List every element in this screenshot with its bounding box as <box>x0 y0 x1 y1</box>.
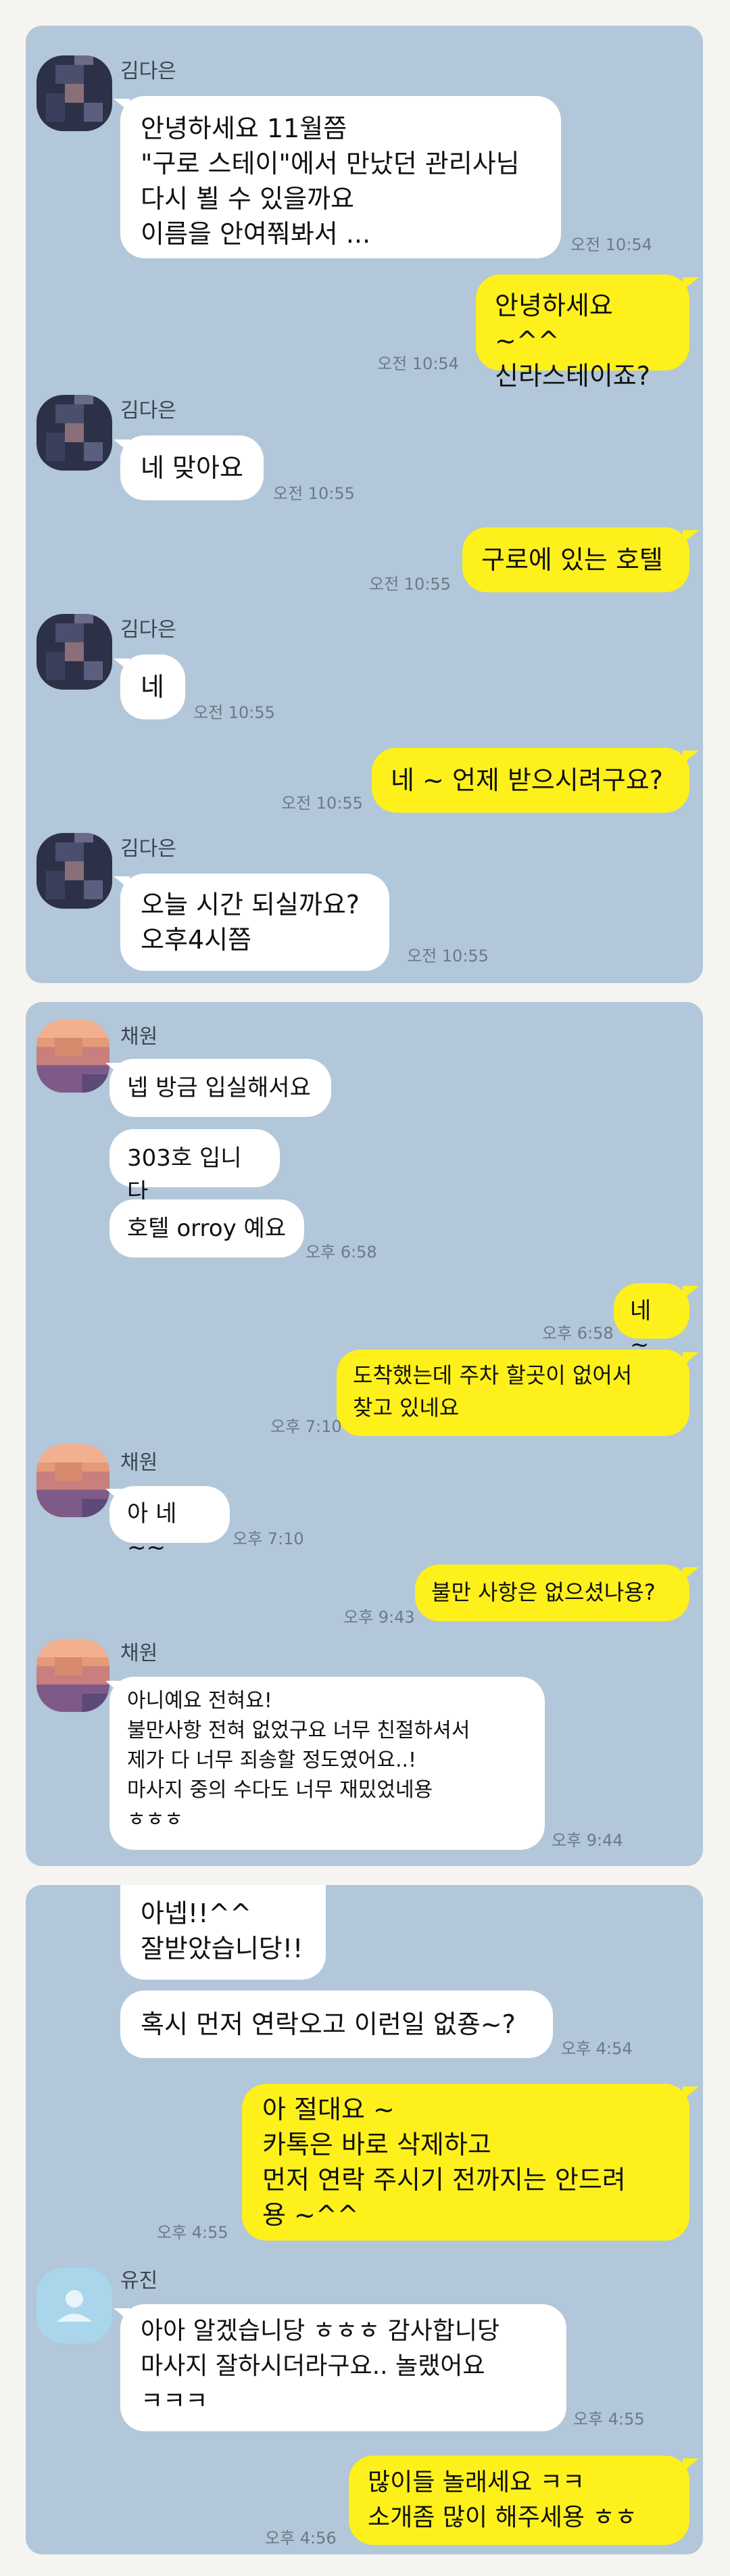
sender-name: 채원 <box>120 1642 158 1665</box>
avatar-chaewon[interactable] <box>36 1020 110 1093</box>
message-time: 오후 7:10 <box>233 1529 304 1548</box>
avatar-kim-daeun[interactable] <box>36 395 112 471</box>
message-bubble-outgoing[interactable]: 불만 사항은 없으셨나용? <box>415 1565 689 1621</box>
message-time: 오전 10:55 <box>193 703 275 722</box>
message-bubble-outgoing[interactable]: 구로에 있는 호텔 <box>462 527 689 592</box>
avatar-kim-daeun[interactable] <box>36 833 112 909</box>
message-time: 오후 7:10 <box>270 1417 342 1436</box>
message-bubble-outgoing[interactable]: 도착했는데 주차 할곳이 없어서 찾고 있네요 <box>337 1350 689 1436</box>
chat-panel-3: 아넵!!^^ 잘받았습니당!! 혹시 먼저 연락오고 이런일 없죵~? 오후 4… <box>26 1885 703 2554</box>
message-time: 오전 10:55 <box>273 484 355 503</box>
message-bubble-incoming[interactable]: 아 네~~ <box>110 1486 230 1561</box>
message-time: 오전 10:54 <box>570 235 652 254</box>
message-bubble-incoming[interactable]: 아넵!!^^ 잘받았습니당!! <box>120 1885 326 1980</box>
avatar-chaewon[interactable] <box>36 1639 110 1712</box>
avatar-kim-daeun[interactable] <box>36 55 112 131</box>
message-bubble-incoming[interactable]: 네 <box>120 654 185 719</box>
message-bubble-incoming[interactable]: 호텔 orroy 예요 <box>110 1199 304 1258</box>
message-bubble-outgoing[interactable]: 아 절대요 ~ 카톡은 바로 삭제하고 먼저 연락 주시기 전까지는 안드려 용… <box>242 2084 689 2241</box>
sender-name: 김다은 <box>120 618 176 642</box>
message-bubble-outgoing[interactable]: 많이들 놀래세요 ㅋㅋ 소개좀 많이 해주세용 ㅎㅎ <box>349 2456 689 2545</box>
message-bubble-incoming[interactable]: 네 맞아요 <box>120 435 264 500</box>
message-bubble-incoming[interactable]: 오늘 시간 되실까요? 오후4시쯤 <box>120 874 389 971</box>
message-bubble-outgoing[interactable]: 네 ~ <box>614 1283 689 1358</box>
message-time: 오후 4:54 <box>561 2039 633 2058</box>
message-bubble-incoming[interactable]: 혹시 먼저 연락오고 이런일 없죵~? <box>120 1990 553 2058</box>
sender-name: 유진 <box>120 2269 158 2293</box>
message-time: 오후 4:55 <box>573 2410 645 2429</box>
message-time: 오후 6:58 <box>542 1324 614 1343</box>
message-time: 오후 4:56 <box>265 2529 337 2548</box>
message-time: 오전 10:55 <box>281 794 363 813</box>
avatar-kim-daeun[interactable] <box>36 614 112 690</box>
message-time: 오전 10:55 <box>369 575 451 594</box>
message-bubble-incoming[interactable]: 안녕하세요 11월쯤 "구로 스테이"에서 만났던 관리사님 다시 뵐 수 있을… <box>120 96 561 258</box>
message-time: 오전 10:54 <box>377 354 459 373</box>
message-time: 오후 9:44 <box>552 1831 623 1850</box>
avatar-yujin[interactable] <box>36 2268 112 2343</box>
sender-name: 김다은 <box>120 837 176 861</box>
sender-name: 김다은 <box>120 59 176 83</box>
sender-name: 채원 <box>120 1451 158 1475</box>
message-bubble-incoming[interactable]: 303호 입니다 <box>110 1129 280 1206</box>
sender-name: 채원 <box>120 1025 158 1049</box>
message-bubble-outgoing[interactable]: 안녕하세요 ~^^ 신라스테이죠? <box>476 275 689 391</box>
message-bubble-incoming[interactable]: 아아 알겠습니당 ㅎㅎㅎ 감사합니당 마사지 잘하시더라구요.. 놀랬어요 ㅋㅋ… <box>120 2304 566 2431</box>
message-bubble-incoming[interactable]: 넵 방금 입실해서요 <box>110 1059 331 1117</box>
message-time: 오후 6:58 <box>306 1243 377 1262</box>
message-time: 오후 9:43 <box>343 1608 415 1627</box>
message-time: 오후 4:55 <box>157 2223 228 2242</box>
chat-panel-2: 채원 넵 방금 입실해서요 303호 입니다 호텔 orroy 예요 오후 6:… <box>26 1002 703 1866</box>
avatar-chaewon[interactable] <box>36 1444 110 1517</box>
message-time: 오전 10:55 <box>407 947 489 965</box>
message-bubble-incoming[interactable]: 아니예요 전혀요! 불만사항 전혀 없었구요 너무 친절하셔서 제가 다 너무 … <box>110 1677 545 1850</box>
message-bubble-outgoing[interactable]: 네 ~ 언제 받으시려구요? <box>372 748 689 813</box>
chat-panel-1: 김다은 안녕하세요 11월쯤 "구로 스테이"에서 만났던 관리사님 다시 뵐 … <box>26 26 703 983</box>
sender-name: 김다은 <box>120 399 176 423</box>
